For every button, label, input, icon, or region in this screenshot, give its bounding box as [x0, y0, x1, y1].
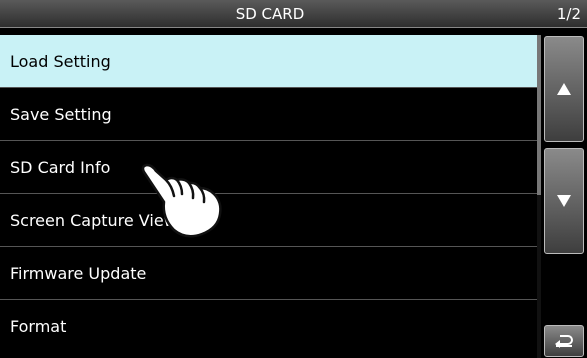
- page-indicator: 1/2: [556, 5, 581, 23]
- menu-item-label: Firmware Update: [10, 263, 147, 283]
- title-bar: SD CARD 1/2: [0, 0, 587, 28]
- screen-title: SD CARD: [235, 5, 305, 23]
- scroll-up-button[interactable]: [544, 36, 584, 142]
- menu-item-screen-capture-view[interactable]: Screen Capture View: [0, 194, 541, 247]
- return-arrow-icon: [555, 335, 573, 348]
- menu-item-sd-card-info[interactable]: SD Card Info: [0, 141, 541, 194]
- triangle-down-icon: [557, 195, 571, 207]
- menu-item-label: Save Setting: [10, 104, 112, 124]
- menu-list: Load Setting Save Setting SD Card Info S…: [0, 35, 541, 358]
- side-button-panel: [541, 35, 587, 358]
- menu-item-label: Load Setting: [10, 51, 111, 71]
- sd-card-screen: SD CARD 1/2 Load Setting Save Setting SD…: [0, 0, 587, 358]
- menu-item-firmware-update[interactable]: Firmware Update: [0, 247, 541, 300]
- menu-item-save-setting[interactable]: Save Setting: [0, 88, 541, 141]
- menu-item-format[interactable]: Format: [0, 300, 541, 353]
- menu-item-load-setting[interactable]: Load Setting: [0, 35, 541, 88]
- menu-item-label: SD Card Info: [10, 157, 111, 177]
- pointing-hand-icon: [141, 163, 222, 238]
- back-button[interactable]: [544, 325, 584, 357]
- menu-item-label: Format: [10, 317, 67, 336]
- triangle-up-icon: [557, 83, 571, 95]
- scroll-down-button[interactable]: [544, 148, 584, 254]
